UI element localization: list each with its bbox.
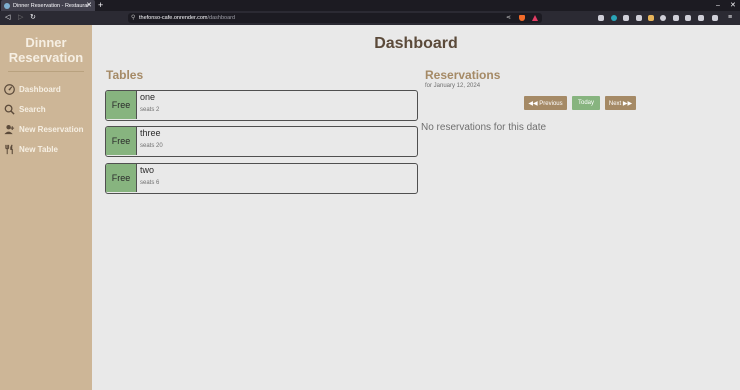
extension-icon[interactable] (673, 15, 679, 21)
utensils-icon (5, 144, 13, 154)
browser-tab[interactable]: Dinner Reservation - Restaurant ✕ (1, 0, 95, 11)
url-host: thefonso-cafe.onrender.com (139, 15, 208, 21)
table-name: two (140, 165, 155, 175)
previous-day-button[interactable]: ◀◀ Previous (524, 96, 567, 110)
sidebar-item-new-table[interactable]: New Table (4, 142, 58, 156)
menu-icon[interactable]: ≡ (728, 11, 732, 25)
wallet-icon[interactable] (712, 15, 718, 21)
url-bar[interactable]: ⚲ thefonso-cafe.onrender.com/dashboard ⋖ (128, 13, 542, 23)
brand-line-1: Dinner (25, 35, 67, 50)
today-button[interactable]: Today (572, 96, 600, 110)
site-info-icon[interactable]: ⚲ (131, 13, 135, 23)
close-window-button[interactable]: ✕ (730, 0, 736, 11)
minimize-button[interactable]: – (716, 0, 720, 11)
brand-line-2: Reservation (8, 50, 84, 65)
sidebar-item-label: Search (19, 104, 46, 114)
extension-icon[interactable] (660, 15, 666, 21)
brand-title[interactable]: Dinner Reservation (0, 35, 92, 65)
dashboard-icon (4, 83, 15, 95)
new-tab-button[interactable]: + (98, 0, 103, 11)
no-reservations-message: No reservations for this date (421, 122, 547, 133)
table-card[interactable]: Free two seats 6 (105, 163, 418, 194)
table-name: one (140, 92, 156, 102)
favicon-icon (4, 2, 10, 9)
sidebar-item-label: New Table (19, 144, 58, 154)
url-path: /dashboard (207, 15, 236, 21)
reload-icon[interactable]: ↻ (30, 11, 36, 25)
sidebar-item-label: New Reservation (19, 124, 84, 134)
reservations-title: Reservations (425, 68, 501, 82)
sidebar: Dinner Reservation Dashboard Search New … (0, 25, 92, 390)
browser-tab-bar: Dinner Reservation - Restaurant ✕ + – ✕ (0, 0, 740, 11)
table-status-badge: Free (106, 127, 137, 155)
table-seats: seats 6 (140, 180, 160, 186)
forward-icon[interactable]: ▷ (18, 11, 23, 25)
table-card[interactable]: Free three seats 20 (105, 126, 418, 157)
table-status-badge: Free (106, 164, 137, 192)
tables-title: Tables (106, 68, 144, 82)
next-day-button[interactable]: Next ▶▶ (605, 96, 636, 110)
sidebar-toggle-icon[interactable] (698, 15, 704, 21)
share-icon[interactable]: ⋖ (506, 13, 511, 23)
browser-nav-bar: ◁ ▷ ↻ ⚲ thefonso-cafe.onrender.com/dashb… (0, 11, 740, 25)
back-icon[interactable]: ◁ (5, 11, 10, 25)
extension-icon[interactable] (636, 15, 642, 21)
extension-icon[interactable] (685, 15, 691, 21)
page-title: Dashboard (374, 35, 458, 52)
table-seats: seats 2 (140, 107, 160, 113)
sidebar-item-dashboard[interactable]: Dashboard (4, 82, 61, 96)
extension-icon[interactable] (623, 15, 629, 21)
extension-icon[interactable] (611, 15, 617, 21)
table-status-badge: Free (106, 91, 137, 119)
table-seats: seats 20 (140, 143, 163, 149)
url-text: thefonso-cafe.onrender.com/dashboard (139, 13, 235, 23)
brave-rewards-icon[interactable] (532, 15, 538, 21)
table-name: three (140, 128, 161, 138)
add-user-icon (4, 124, 15, 134)
sidebar-item-new-reservation[interactable]: New Reservation (4, 122, 83, 136)
brave-shield-icon[interactable] (519, 15, 525, 21)
reservations-date: for January 12, 2024 (425, 83, 481, 89)
extension-icon[interactable] (648, 15, 654, 21)
tab-close-icon[interactable]: ✕ (86, 0, 92, 11)
sidebar-item-label: Dashboard (19, 84, 61, 94)
tab-title: Dinner Reservation - Restaurant (13, 2, 89, 9)
sidebar-item-search[interactable]: Search (4, 102, 46, 116)
brand-divider (8, 71, 84, 72)
search-icon (4, 104, 15, 115)
table-card[interactable]: Free one seats 2 (105, 90, 418, 121)
extension-icon[interactable] (598, 15, 604, 21)
